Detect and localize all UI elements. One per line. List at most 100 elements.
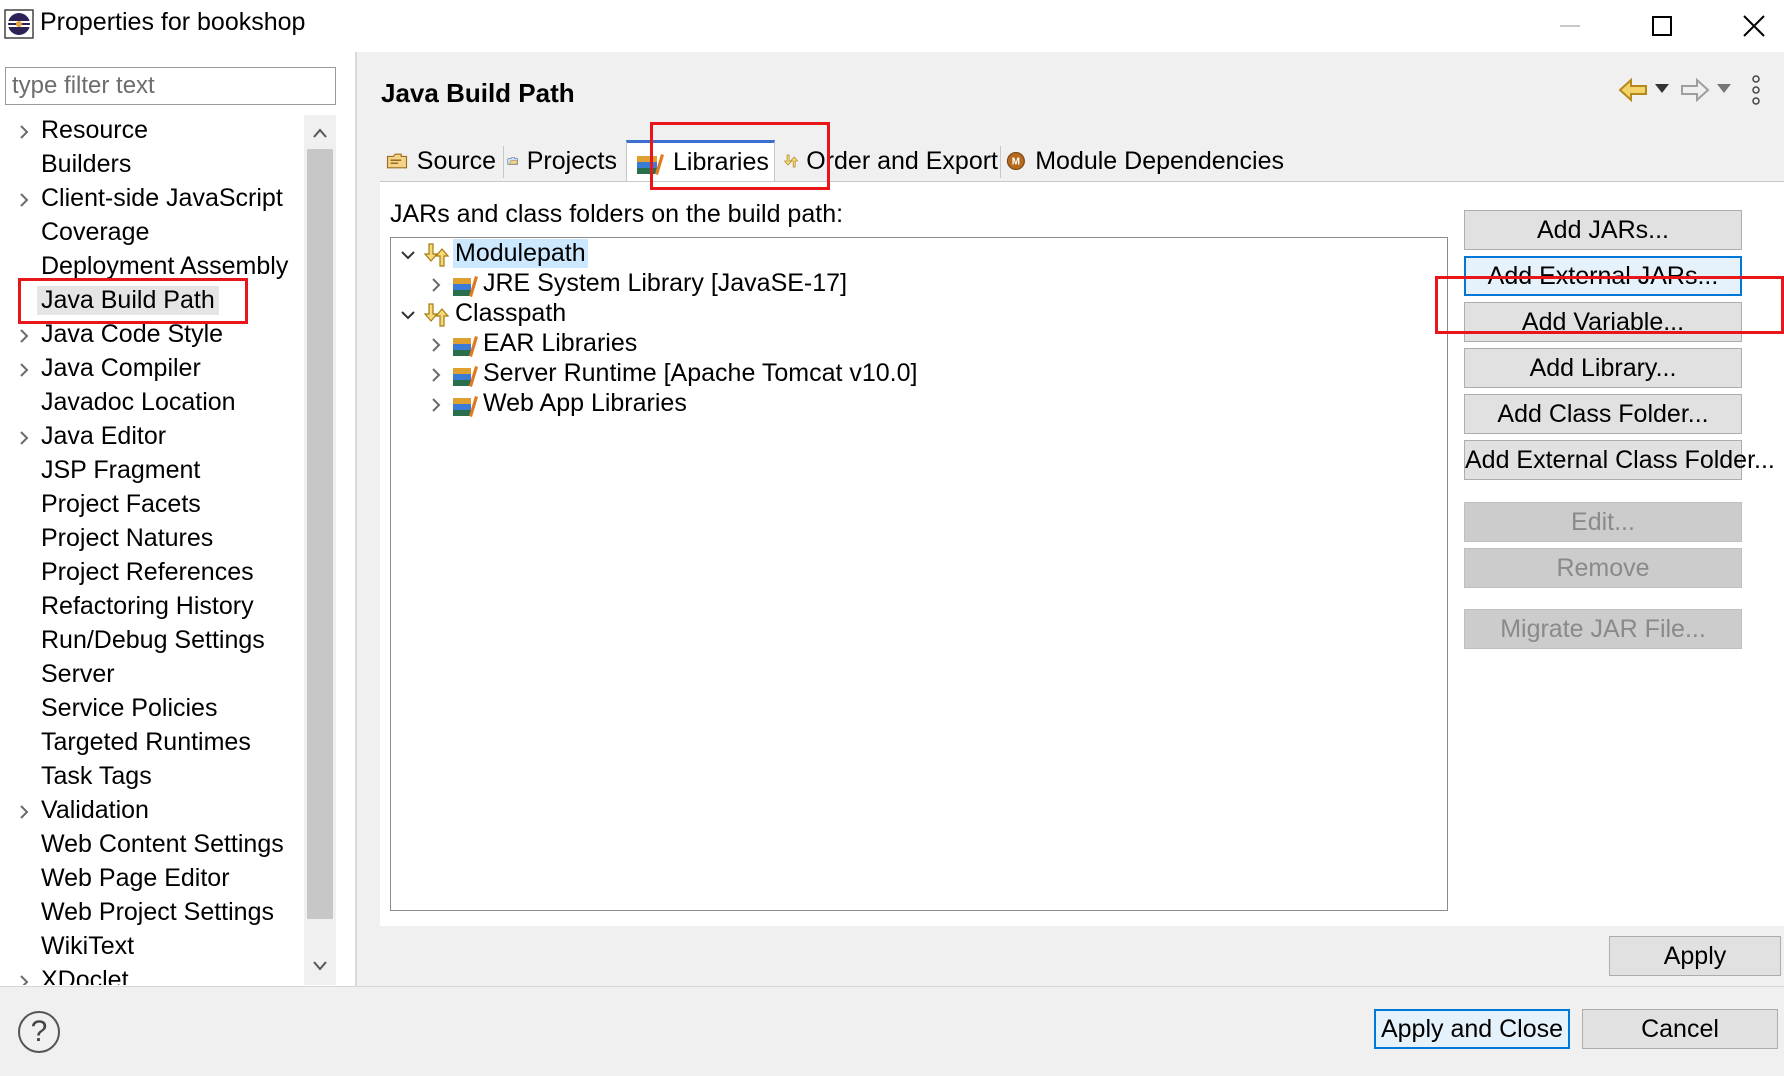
tree-item-label: JSP Fragment [41, 456, 201, 484]
tree-item[interactable]: Refactoring History [0, 591, 304, 625]
build-path-label: JARs and class folders on the build path… [390, 200, 844, 228]
tree-item[interactable]: Client-side JavaScript [0, 183, 304, 217]
back-arrow-icon[interactable] [1617, 76, 1649, 104]
tree-item[interactable]: Project References [0, 557, 304, 591]
library-icon [453, 396, 478, 417]
preferences-nav-panel: Resource Builders Client-side JavaScript Co… [0, 52, 355, 986]
tree-item-label: Deployment Assembly [41, 252, 289, 280]
tree-item[interactable]: Java Build Path [0, 285, 304, 319]
add-class-folder-button[interactable]: Add Class Folder... [1464, 394, 1742, 434]
chevron-down-icon[interactable] [399, 306, 417, 324]
add-external-jars-button[interactable]: Add External JARs... [1464, 256, 1742, 296]
library-entry-label: Server Runtime [Apache Tomcat v10.0] [483, 359, 918, 387]
edit-button[interactable]: Edit... [1464, 502, 1742, 542]
chevron-right-icon[interactable] [427, 336, 445, 354]
tree-item[interactable]: Java Code Style [0, 319, 304, 353]
tree-item[interactable]: Run/Debug Settings [0, 625, 304, 659]
build-path-group[interactable]: Classpath [391, 298, 1441, 332]
tree-item[interactable]: Web Content Settings [0, 829, 304, 863]
tree-item[interactable]: Project Natures [0, 523, 304, 557]
tree-item-label: WikiText [41, 932, 135, 960]
library-entry[interactable]: Web App Libraries [419, 388, 1441, 422]
chevron-right-icon[interactable] [427, 366, 445, 384]
tree-item-label: Refactoring History [41, 592, 254, 620]
add-jars-button[interactable]: Add JARs... [1464, 210, 1742, 250]
view-menu-icon[interactable] [1751, 74, 1761, 106]
tree-item[interactable]: Deployment Assembly [0, 251, 304, 285]
chevron-right-icon[interactable] [16, 123, 32, 141]
scroll-up-icon[interactable] [312, 127, 328, 139]
eclipse-app-icon [4, 9, 34, 39]
help-icon[interactable]: ? [18, 1011, 60, 1053]
maximize-button[interactable] [1632, 6, 1692, 46]
apply-and-close-button[interactable]: Apply and Close [1374, 1009, 1570, 1049]
library-entry[interactable]: Server Runtime [Apache Tomcat v10.0] [419, 358, 1441, 392]
chevron-right-icon[interactable] [16, 327, 32, 345]
tree-item[interactable]: Coverage [0, 217, 304, 251]
build-path-group[interactable]: Modulepath [391, 238, 1441, 272]
back-dropdown-icon[interactable] [1655, 84, 1669, 94]
preferences-tree: Resource Builders Client-side JavaScript Co… [0, 115, 304, 985]
forward-dropdown-icon[interactable] [1717, 84, 1731, 94]
chevron-down-icon[interactable] [399, 246, 417, 264]
forward-arrow-icon[interactable] [1679, 76, 1711, 104]
nav-scrollbar[interactable] [304, 115, 336, 985]
tree-item[interactable]: JSP Fragment [0, 455, 304, 489]
svg-text:M: M [1012, 157, 1020, 168]
tree-item[interactable]: Task Tags [0, 761, 304, 795]
dialog-button-bar: ? Apply and Close Cancel [0, 986, 1784, 1076]
library-entry[interactable]: JRE System Library [JavaSE-17] [419, 268, 1441, 302]
tree-item[interactable]: Java Editor [0, 421, 304, 455]
chevron-right-icon[interactable] [16, 803, 32, 821]
path-icon [423, 303, 450, 327]
apply-button[interactable]: Apply [1609, 936, 1781, 976]
tab-source[interactable]: Source [386, 140, 496, 182]
tree-item-label: Java Compiler [41, 354, 201, 382]
tree-item[interactable]: Validation [0, 795, 304, 829]
minimize-button[interactable] [1540, 6, 1600, 46]
tree-item[interactable]: WikiText [0, 931, 304, 965]
tree-item[interactable]: Java Compiler [0, 353, 304, 387]
tree-item[interactable]: Web Project Settings [0, 897, 304, 931]
cancel-button[interactable]: Cancel [1582, 1009, 1778, 1049]
build-path-tabs: Source Projects Libraries Order and Expo… [380, 140, 1784, 182]
library-entry-label: Modulepath [453, 239, 588, 268]
tree-item[interactable]: Resource [0, 115, 304, 149]
tab-libraries[interactable]: Libraries [626, 140, 775, 182]
tree-item[interactable]: Builders [0, 149, 304, 183]
chevron-right-icon[interactable] [427, 396, 445, 414]
tab-separator [1000, 146, 1001, 178]
tree-item-label: Web Project Settings [41, 898, 274, 926]
library-entry[interactable]: EAR Libraries [419, 328, 1441, 362]
chevron-right-icon[interactable] [16, 973, 32, 985]
scroll-down-icon[interactable] [312, 960, 328, 972]
tree-item[interactable]: Javadoc Location [0, 387, 304, 421]
library-entry-label: EAR Libraries [483, 329, 638, 357]
chevron-right-icon[interactable] [16, 191, 32, 209]
tree-item[interactable]: Web Page Editor [0, 863, 304, 897]
migrate-jar-button[interactable]: Migrate JAR File... [1464, 609, 1742, 649]
tree-item-label: Javadoc Location [41, 388, 236, 416]
chevron-right-icon[interactable] [16, 361, 32, 379]
add-variable-button[interactable]: Add Variable... [1464, 302, 1742, 342]
filter-input[interactable] [5, 67, 336, 105]
tab-order-and-export[interactable]: Order and Export [783, 140, 998, 182]
tree-item[interactable]: XDoclet [0, 965, 304, 985]
add-library-button[interactable]: Add Library... [1464, 348, 1742, 388]
path-icon [423, 243, 450, 267]
tree-item[interactable]: Service Policies [0, 693, 304, 727]
build-path-tree[interactable]: Modulepath JRE System Library [JavaSE-17]… [390, 237, 1448, 911]
tree-item[interactable]: Targeted Runtimes [0, 727, 304, 761]
chevron-right-icon[interactable] [16, 429, 32, 447]
tab-projects[interactable]: Projects [507, 140, 617, 182]
remove-button[interactable]: Remove [1464, 548, 1742, 588]
tree-item[interactable]: Server [0, 659, 304, 693]
tree-item[interactable]: Project Facets [0, 489, 304, 523]
close-button[interactable] [1724, 6, 1784, 46]
tree-item-label: Project References [41, 558, 254, 586]
scrollbar-thumb[interactable] [307, 149, 333, 919]
chevron-right-icon[interactable] [427, 276, 445, 294]
tab-module-dependencies[interactable]: M Module Dependencies [1004, 140, 1284, 182]
add-external-class-folder-button[interactable]: Add External Class Folder... [1464, 440, 1775, 480]
tab-projects-label: Projects [526, 146, 617, 175]
